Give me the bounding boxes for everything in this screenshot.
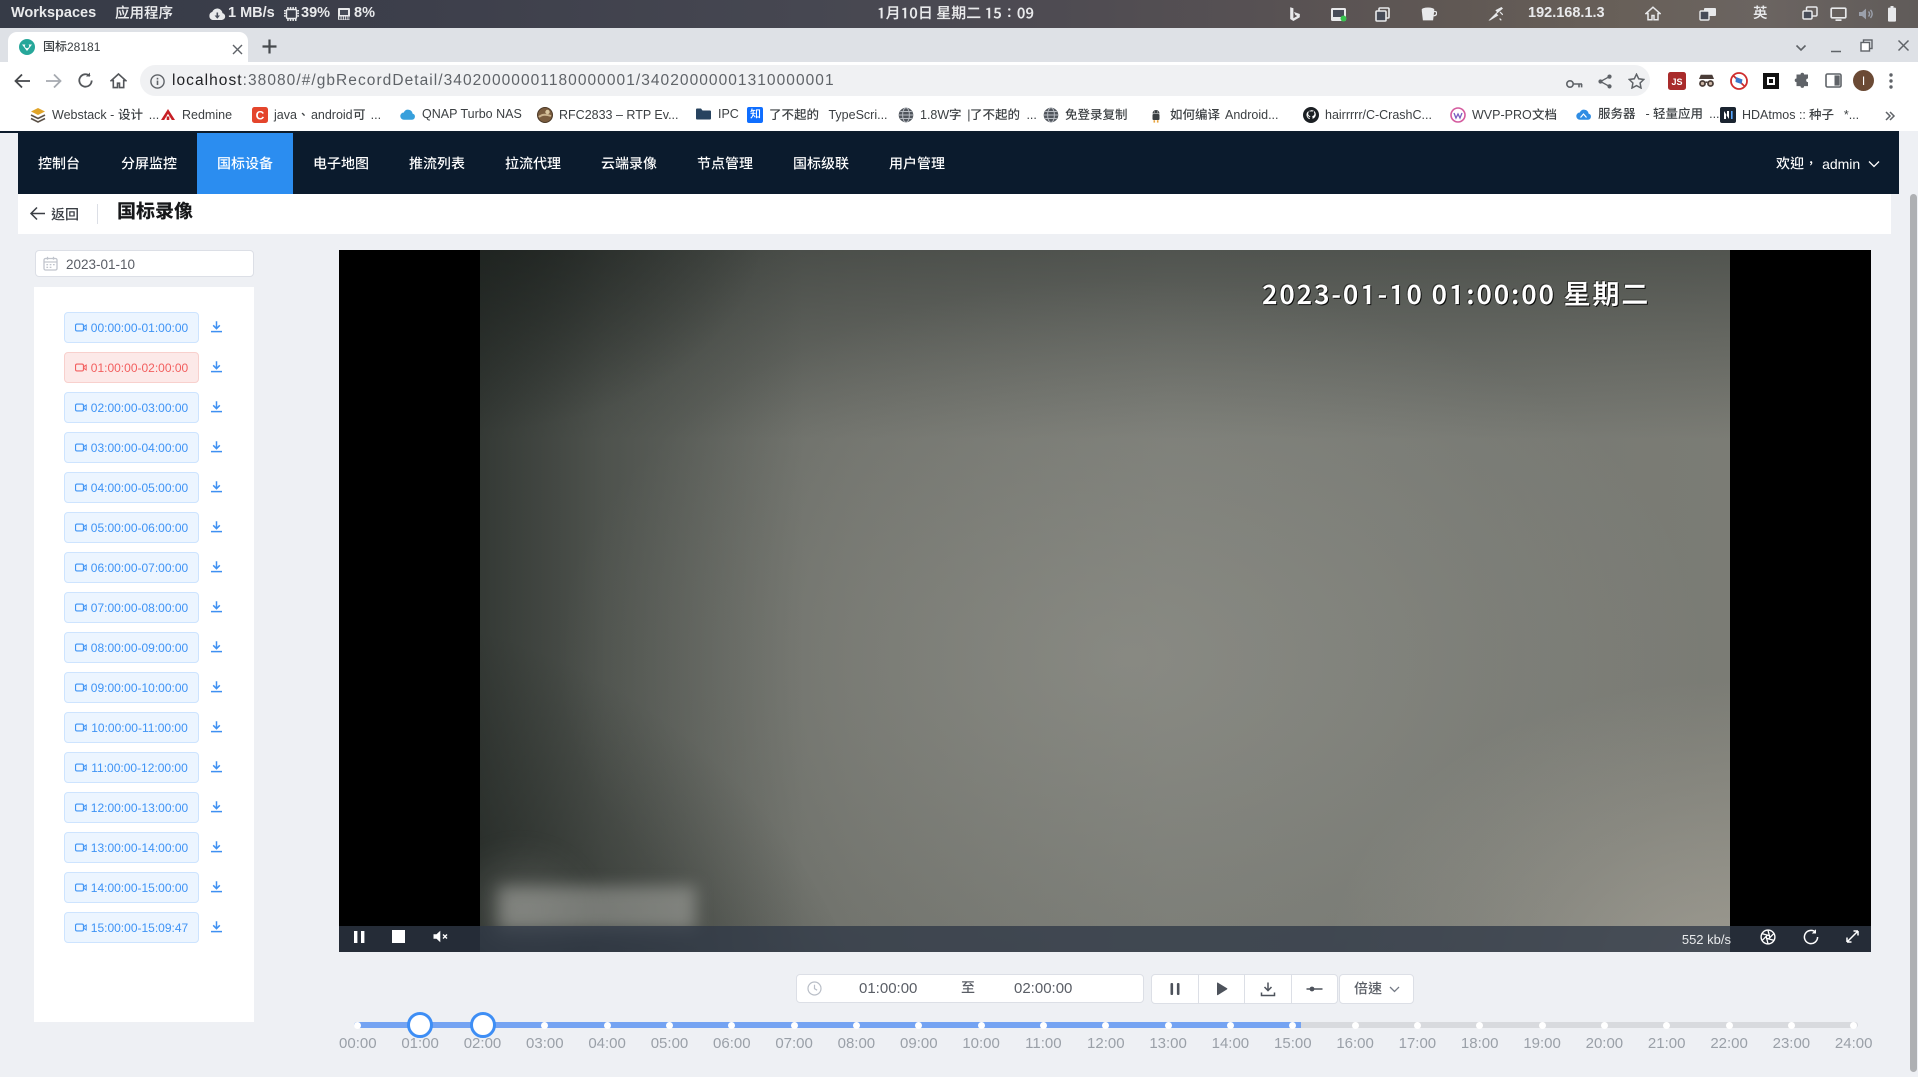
svg-text:C: C: [256, 109, 265, 123]
svg-text:JS: JS: [1671, 77, 1682, 87]
